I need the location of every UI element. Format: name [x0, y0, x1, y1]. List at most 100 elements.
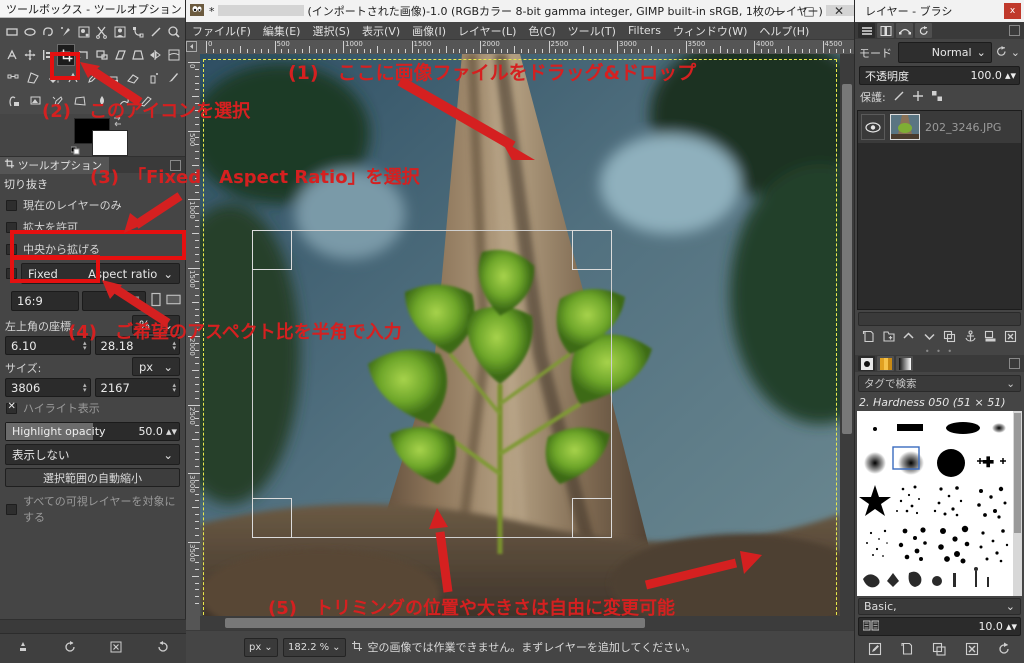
- spinner-arrows-icon[interactable]: ▴▾: [83, 381, 87, 393]
- aspect-ratio-input[interactable]: 16:9: [11, 291, 79, 311]
- close-button[interactable]: ✕: [824, 0, 854, 22]
- background-color-swatch[interactable]: [92, 130, 128, 156]
- option-all-visible-layers[interactable]: すべての可視レイヤーを対象にする: [0, 490, 185, 528]
- layer-search-field[interactable]: [858, 312, 1021, 326]
- delete-layer-icon[interactable]: [1004, 330, 1017, 346]
- brush-spacing-row[interactable]: 10.0 ▴▾: [858, 617, 1021, 636]
- tab-channels[interactable]: [877, 23, 894, 38]
- device-status-icon[interactable]: [16, 640, 30, 657]
- layer-mode-combo[interactable]: Normal ⌄: [898, 42, 992, 63]
- text-icon[interactable]: [3, 44, 21, 66]
- spinner-arrows-icon[interactable]: ▴▾: [172, 339, 176, 351]
- vertical-scroll-thumb[interactable]: [842, 84, 852, 434]
- edit-brush-icon[interactable]: [868, 642, 882, 659]
- ellipse-select-icon[interactable]: [21, 21, 39, 43]
- brush-grid[interactable]: [857, 411, 1022, 596]
- lock-alpha-icon[interactable]: [931, 90, 943, 105]
- shear-icon[interactable]: [111, 44, 129, 66]
- paintbrush-icon[interactable]: [103, 67, 123, 89]
- layers-dock-menu-button[interactable]: [1009, 25, 1020, 36]
- vertical-ruler[interactable]: 0 500 1000 1500 2000 2500 3000 3500: [186, 54, 200, 630]
- delete-brush-icon[interactable]: [965, 642, 979, 659]
- unit-selector[interactable]: px ⌄: [244, 637, 278, 657]
- image-canvas[interactable]: [200, 54, 840, 630]
- brush-grid-scrollbar[interactable]: [1013, 411, 1022, 596]
- move-icon[interactable]: [21, 44, 39, 66]
- scale-icon[interactable]: [93, 44, 111, 66]
- option-expand-from-center[interactable]: 中央から拡げる: [0, 238, 185, 260]
- option-allow-growing[interactable]: 拡大を許可: [0, 216, 185, 238]
- checkbox-all-visible-layers[interactable]: [6, 503, 17, 515]
- perspective-clone-icon[interactable]: [69, 90, 91, 112]
- airbrush-icon[interactable]: [143, 67, 163, 89]
- layer-list[interactable]: 202_3246.JPG: [857, 110, 1022, 310]
- position-y-input[interactable]: 28.18 ▴ ▾: [94, 336, 180, 355]
- portrait-orientation-icon[interactable]: [149, 292, 163, 310]
- fixed-mode-combo[interactable]: Fixed Aspect ratio ⌄: [21, 263, 180, 284]
- spinner-arrows-icon[interactable]: ▴▾: [172, 381, 176, 393]
- duplicate-layer-icon[interactable]: [943, 330, 956, 346]
- zoom-selector[interactable]: 182.2 % ⌄: [283, 637, 346, 657]
- highlight-opacity-slider[interactable]: Highlight opacity 50.0 ▴▾: [5, 422, 180, 441]
- menu-layer[interactable]: レイヤー(L): [452, 22, 522, 40]
- tab-tool-options[interactable]: ツールオプション: [0, 156, 109, 174]
- ink-icon[interactable]: [163, 67, 183, 89]
- brush-tag-filter[interactable]: タグで検索 ⌄: [858, 375, 1021, 392]
- anchor-layer-icon[interactable]: [964, 330, 977, 346]
- heal-icon[interactable]: [47, 90, 69, 112]
- auto-shrink-button[interactable]: 選択範囲の自動縮小: [5, 468, 180, 487]
- handle-transform-icon[interactable]: [23, 67, 43, 89]
- right-dock-close-button[interactable]: x: [1004, 3, 1021, 19]
- spinner-arrows-icon[interactable]: ▴▾: [1003, 620, 1017, 633]
- perspective-icon[interactable]: [129, 44, 147, 66]
- bucket-fill-icon[interactable]: [43, 67, 63, 89]
- free-select-icon[interactable]: [39, 21, 57, 43]
- cage-transform-icon[interactable]: [165, 44, 183, 66]
- merge-down-icon[interactable]: [984, 330, 997, 346]
- clone-icon[interactable]: [25, 90, 47, 112]
- lock-pixels-icon[interactable]: [893, 90, 905, 105]
- checkbox-fixed[interactable]: [6, 268, 17, 279]
- flip-icon[interactable]: [147, 44, 165, 66]
- menu-tools[interactable]: ツール(T): [562, 22, 622, 40]
- refresh-brushes-icon[interactable]: [997, 642, 1011, 659]
- zoom-icon[interactable]: [165, 21, 183, 43]
- layer-item[interactable]: 202_3246.JPG: [858, 111, 1021, 143]
- landscape-orientation-icon[interactable]: [166, 292, 181, 310]
- smudge-icon[interactable]: [113, 90, 135, 112]
- tab-paths[interactable]: [896, 23, 913, 38]
- aspect-ratio-extra[interactable]: [82, 291, 146, 311]
- size-height-input[interactable]: 2167 ▴ ▾: [94, 378, 180, 397]
- menu-edit[interactable]: 編集(E): [257, 22, 307, 40]
- eraser-icon[interactable]: [123, 67, 143, 89]
- tab-patterns[interactable]: [877, 356, 894, 371]
- tab-gradients[interactable]: [896, 356, 913, 371]
- lower-layer-icon[interactable]: [923, 330, 936, 346]
- menu-image[interactable]: 画像(I): [406, 22, 452, 40]
- chevron-down-icon[interactable]: ⌄: [1011, 46, 1020, 59]
- reset-tool-icon[interactable]: [63, 640, 77, 657]
- blur-sharpen-icon[interactable]: [91, 90, 113, 112]
- canvas-horizontal-scrollbar[interactable]: [200, 616, 840, 630]
- pencil-icon[interactable]: [83, 67, 103, 89]
- swap-colors-icon[interactable]: [112, 115, 124, 127]
- size-width-input[interactable]: 3806 ▴ ▾: [5, 378, 91, 397]
- gradient-icon[interactable]: [63, 67, 83, 89]
- tool-options-menu-button[interactable]: [170, 160, 181, 171]
- size-unit-combo[interactable]: px ⌄: [132, 357, 180, 376]
- minimize-button[interactable]: —: [764, 0, 794, 22]
- menu-windows[interactable]: ウィンドウ(W): [667, 22, 753, 40]
- spinner-arrows-icon[interactable]: ▴▾: [166, 425, 179, 438]
- guides-combo[interactable]: 表示しない ⌄: [5, 444, 180, 465]
- menu-select[interactable]: 選択(S): [306, 22, 356, 40]
- mode-reset-icon[interactable]: [995, 45, 1008, 61]
- restore-tool-preset-icon[interactable]: [156, 640, 170, 657]
- checkbox-allow-growing[interactable]: [6, 221, 17, 233]
- scissors-select-icon[interactable]: [93, 21, 111, 43]
- measure-icon[interactable]: [147, 21, 165, 43]
- foreground-select-icon[interactable]: [111, 21, 129, 43]
- clear-icon[interactable]: [129, 294, 140, 308]
- menu-file[interactable]: ファイル(F): [186, 22, 257, 40]
- raise-layer-icon[interactable]: [902, 330, 915, 346]
- align-icon[interactable]: [39, 44, 57, 66]
